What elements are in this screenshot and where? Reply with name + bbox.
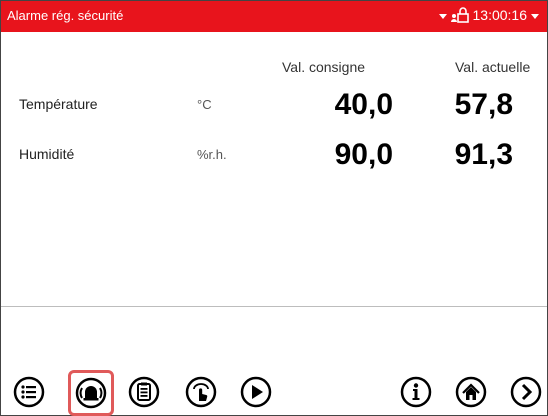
humidity-setpoint[interactable]: 90,0 (283, 138, 393, 172)
status-area: 13:00:16 (438, 7, 539, 23)
temperature-unit: °C (197, 97, 212, 112)
setpoint-column-header: Val. consigne (282, 59, 366, 75)
next-icon (510, 376, 542, 408)
humidity-actual: 91,3 (454, 138, 513, 171)
clock: 13:00:16 (472, 7, 528, 23)
menu-icon (13, 376, 45, 408)
info-button[interactable] (397, 373, 435, 411)
event-list-button[interactable] (125, 373, 163, 411)
temperature-setpoint[interactable]: 40,0 (283, 88, 393, 122)
user-lock-icon[interactable] (450, 7, 469, 23)
page-title: Alarme rég. sécurité (7, 8, 124, 23)
alarm-button[interactable] (68, 370, 114, 416)
dropdown-arrow-icon[interactable] (438, 13, 447, 19)
manual-operation-icon (185, 376, 217, 408)
next-button[interactable] (507, 373, 545, 411)
clipboard-icon (128, 376, 160, 408)
home-icon (455, 376, 487, 408)
humidity-unit: %r.h. (197, 147, 227, 162)
program-start-button[interactable] (237, 373, 275, 411)
title-bar: Alarme rég. sécurité 13:00:16 (1, 1, 547, 32)
alarm-icon (75, 377, 107, 409)
temperature-label: Température (19, 96, 98, 112)
home-button[interactable] (452, 373, 490, 411)
time-dropdown-icon[interactable] (531, 13, 539, 19)
menu-button[interactable] (10, 373, 48, 411)
manual-operation-button[interactable] (182, 373, 220, 411)
info-icon (400, 376, 432, 408)
divider (1, 306, 547, 307)
humidity-label: Humidité (19, 146, 75, 162)
temperature-actual: 57,8 (454, 88, 513, 121)
controller-screen: Alarme rég. sécurité 13:00:16 Val. consi… (0, 0, 548, 416)
play-icon (240, 376, 272, 408)
actual-column-header: Val. actuelle (455, 59, 531, 75)
